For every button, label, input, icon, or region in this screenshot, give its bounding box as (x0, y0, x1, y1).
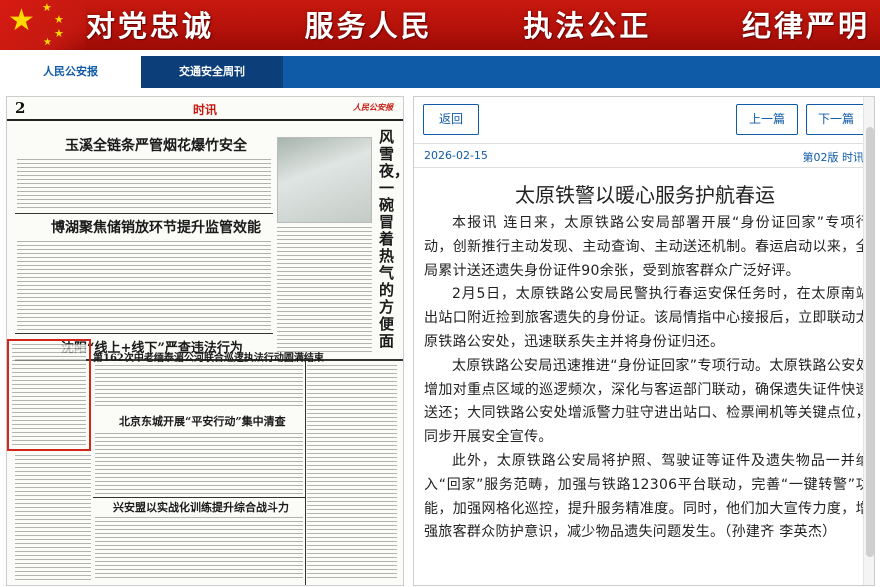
article-paragraph: 2月5日，太原铁路公安局民警执行春运安保任务时，在太原南站出站口附近捡到旅客遗失… (424, 286, 870, 350)
article-text-block (95, 365, 303, 409)
small-star-icon: ★ (43, 37, 52, 48)
headline-6[interactable]: 兴安盟以实战化训练提升综合战斗力 (113, 499, 289, 515)
article-text-block (12, 344, 86, 448)
headline-1[interactable]: 玉溪全链条严管烟花爆竹安全 (65, 135, 247, 155)
slogan-2: 服务人民 (304, 9, 433, 43)
headline-4[interactable]: 第162次中老缅泰湄公河联合巡逻执法行动圆满结束 (93, 349, 324, 364)
tab-renmin-gongan-bao[interactable]: 人民公安报 (0, 56, 141, 88)
article-text-block (17, 241, 271, 331)
article-title: 太原铁警以暖心服务护航春运 (515, 183, 775, 207)
newspaper-page-number: 2 (15, 99, 26, 117)
toolbar-divider (414, 143, 874, 144)
slogan-banner: ★ ★ ★ ★ ★ 对党忠诚 服务人民 执法公正 纪律严明 (0, 0, 880, 50)
divider (15, 333, 273, 334)
newspaper-section: 时讯 (193, 103, 218, 117)
small-star-icon: ★ (54, 27, 64, 40)
article-text-block (277, 227, 372, 352)
vertical-headline[interactable]: 风雪夜，一碗冒着热气的方便面 (379, 129, 403, 350)
article-paragraph: 本报讯 连日来，太原铁路公安局部署开展“身份证回家”专项行动，创新推行主动发现、… (424, 215, 870, 279)
headline-2[interactable]: 博湖聚焦储销放环节提升监管效能 (51, 217, 261, 237)
slogan-text: 对党忠诚 服务人民 执法公正 纪律严明 (86, 6, 876, 46)
newspaper-brand: 人民公安报 (353, 102, 393, 112)
small-star-icon: ★ (42, 1, 52, 14)
divider (93, 497, 305, 498)
article-scrollbar[interactable] (863, 97, 874, 585)
slogan-4: 纪律严明 (741, 9, 870, 43)
article-text-block (307, 365, 397, 580)
previous-article-button[interactable]: 上一篇 (736, 104, 798, 135)
article-paragraph: 此外，太原铁路公安局将护照、驾驶证等证件及遗失物品一并纳入“回家”服务范畴，加强… (424, 452, 870, 541)
large-star-icon: ★ (8, 3, 35, 38)
slogan-1: 对党忠诚 (86, 9, 215, 43)
edition-link[interactable]: 第02版 时讯 (803, 149, 865, 165)
selected-article-highlight[interactable] (7, 339, 91, 451)
article-text-block (15, 455, 91, 580)
divider (15, 213, 273, 214)
newspaper-header: 2 时讯 人民公安报 (7, 97, 403, 121)
article-panel: 返回 上一篇 下一篇 2026-02-15 第02版 时讯 太原铁警以暖心服务护… (413, 96, 875, 586)
slogan-3: 执法公正 (523, 9, 652, 43)
news-photo (277, 137, 372, 223)
article-text-block (17, 159, 271, 211)
headline-5[interactable]: 北京东城开展“平安行动”集中清查 (119, 413, 286, 429)
tab-jiaotong-anquan-zhoukan[interactable]: 交通安全周刊 (141, 56, 283, 88)
next-article-button[interactable]: 下一篇 (806, 104, 866, 135)
article-text-block (95, 433, 303, 497)
scrollbar-thumb[interactable] (866, 127, 874, 557)
newspaper-page-image[interactable]: 2 时讯 人民公安报 玉溪全链条严管烟花爆竹安全 博湖聚焦储销放环节提升监管效能… (6, 96, 404, 586)
divider (305, 359, 306, 585)
tab-bar: 人民公安报 交通安全周刊 (0, 56, 880, 88)
date-divider (414, 167, 874, 168)
article-body: 本报讯 连日来，太原铁路公安局部署开展“身份证回家”专项行动，创新推行主动发现、… (424, 212, 870, 545)
publish-date: 2026-02-15 (424, 149, 488, 162)
back-button[interactable]: 返回 (423, 104, 479, 135)
article-paragraph: 太原铁路公安局迅速推进“身份证回家”专项行动。太原铁路公安处增加对重点区域的巡逻… (424, 357, 870, 446)
article-text-block (95, 517, 303, 581)
small-star-icon: ★ (54, 13, 64, 26)
